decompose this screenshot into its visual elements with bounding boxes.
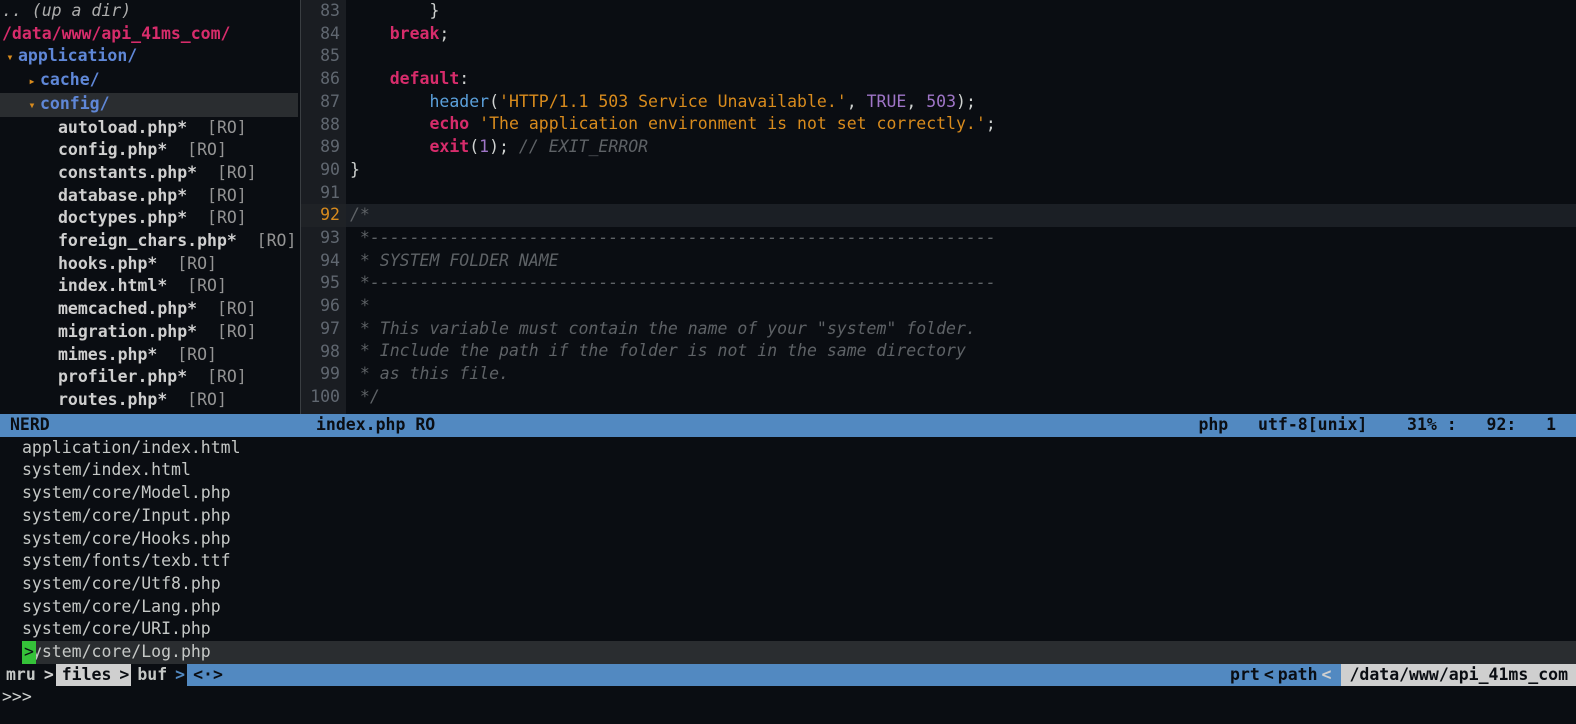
ctrlp-mode-buf[interactable]: buf: [131, 664, 173, 687]
mru-item[interactable]: system/core/Hooks.php: [22, 528, 1576, 551]
tree-file[interactable]: index.html* [RO]: [0, 275, 298, 298]
mru-item[interactable]: system/index.html: [22, 459, 1576, 482]
tree-file[interactable]: database.php* [RO]: [0, 185, 298, 208]
tree-file[interactable]: hooks.php* [RO]: [0, 253, 298, 276]
tree-file[interactable]: doctypes.php* [RO]: [0, 207, 298, 230]
tree-file[interactable]: constants.php* [RO]: [0, 162, 298, 185]
tree-dir-cache[interactable]: ▸cache/: [0, 69, 298, 93]
chevron-right-icon: ▸: [24, 70, 40, 93]
chevron-down-icon: ▾: [2, 46, 18, 69]
ctrlp-cwd: /data/www/api_41ms_com: [1341, 664, 1576, 687]
chevron-down-icon: ▾: [24, 94, 40, 117]
mru-item[interactable]: system/core/Log.php: [22, 641, 1576, 664]
ctrlp-bar: mru > files > buf > <·> prt < path < /da…: [0, 664, 1576, 687]
ctrlp-mode-mru[interactable]: mru: [0, 664, 42, 687]
mru-selected-marker-icon: >: [22, 641, 36, 664]
tree-dir-application[interactable]: ▾application/: [0, 45, 298, 69]
tree-file[interactable]: config.php* [RO]: [0, 139, 298, 162]
status-ruler: php utf-8[unix] 31% : 92: 1: [1198, 414, 1576, 437]
status-bar: NERD index.php RO php utf-8[unix] 31% : …: [0, 414, 1576, 437]
status-filename: index.php RO: [316, 414, 435, 437]
file-tree-sidebar[interactable]: .. (up a dir) /data/www/api_41ms_com/ ▾a…: [0, 0, 298, 414]
mru-item[interactable]: system/core/Utf8.php: [22, 573, 1576, 596]
ctrlp-mode-files[interactable]: files: [56, 664, 118, 687]
tree-up-dir[interactable]: .. (up a dir): [0, 0, 298, 23]
tree-file[interactable]: migration.php* [RO]: [0, 321, 298, 344]
ctrlp-prt-label: prt: [1230, 664, 1260, 687]
ctrlp-path-label: path: [1278, 664, 1318, 687]
line-number-gutter: 8384858687888990919293949596979899100: [301, 0, 346, 414]
mru-item[interactable]: system/core/Input.php: [22, 505, 1576, 528]
mru-item[interactable]: application/index.html: [22, 437, 1576, 460]
mru-item[interactable]: system/core/Lang.php: [22, 596, 1576, 619]
command-line[interactable]: >>>: [0, 686, 1576, 709]
tree-file[interactable]: memcached.php* [RO]: [0, 298, 298, 321]
tree-file[interactable]: profiler.php* [RO]: [0, 366, 298, 389]
mru-list[interactable]: application/index.htmlsystem/index.htmls…: [0, 437, 1576, 664]
ctrlp-prompt[interactable]: <·> prt < path <: [187, 664, 1341, 687]
tree-file[interactable]: autoload.php* [RO]: [0, 117, 298, 140]
mru-item[interactable]: system/core/Model.php: [22, 482, 1576, 505]
tree-file[interactable]: foreign_chars.php* [RO]: [0, 230, 298, 253]
mru-item[interactable]: system/fonts/texb.ttf: [22, 550, 1576, 573]
mru-item[interactable]: system/core/URI.php: [22, 618, 1576, 641]
tree-root-path: /data/www/api_41ms_com/: [0, 23, 298, 46]
code-editor[interactable]: } break; default: header('HTTP/1.1 503 S…: [346, 0, 1576, 414]
tree-file[interactable]: mimes.php* [RO]: [0, 344, 298, 367]
tree-file[interactable]: routes.php* [RO]: [0, 389, 298, 412]
tree-dir-config[interactable]: ▾config/: [0, 93, 298, 117]
status-mode: NERD: [0, 414, 298, 437]
